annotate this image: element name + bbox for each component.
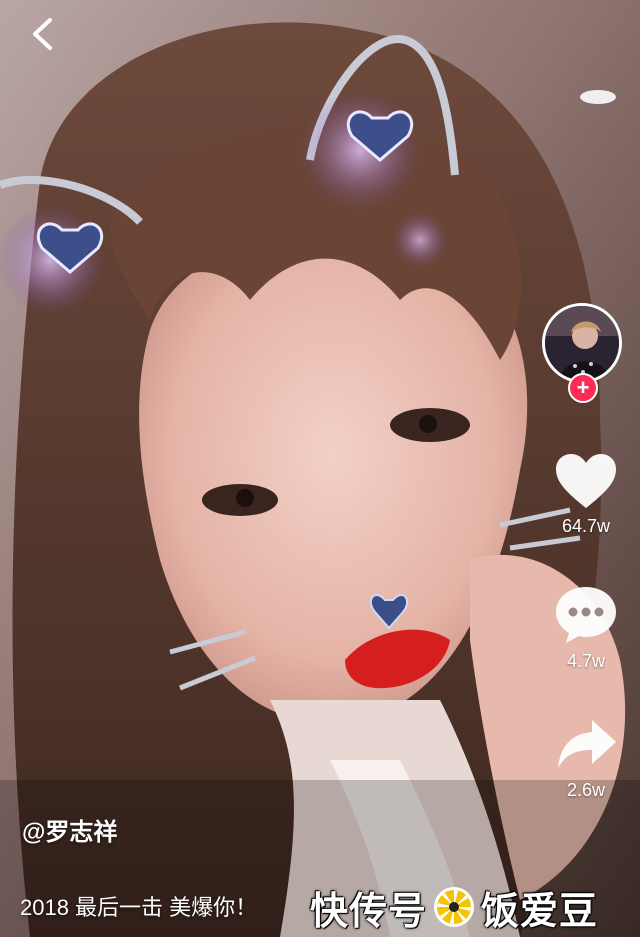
like-action[interactable]: 64.7w bbox=[548, 452, 624, 537]
share-count: 2.6w bbox=[566, 780, 606, 800]
avatar-image bbox=[545, 306, 619, 380]
creator-avatar-group: + bbox=[542, 303, 628, 403]
watermark-left-text: 快传号 bbox=[310, 890, 428, 933]
comment-action[interactable]: 4.7w bbox=[548, 585, 624, 672]
like-count: 64.7w bbox=[561, 516, 611, 536]
share-arrow-icon[interactable] bbox=[554, 716, 618, 774]
heart-icon[interactable] bbox=[554, 452, 618, 510]
comment-bubble-icon[interactable] bbox=[554, 585, 618, 645]
post-caption: 2018 最后一击 美爆你！ bbox=[20, 895, 258, 920]
back-button[interactable] bbox=[22, 14, 62, 54]
comment-count: 4.7w bbox=[566, 651, 606, 671]
video-frame[interactable] bbox=[0, 0, 640, 937]
creator-avatar[interactable] bbox=[542, 303, 622, 383]
share-action[interactable]: 2.6w bbox=[548, 716, 624, 801]
watermark-right-text: 饭爱豆 bbox=[481, 890, 599, 933]
watermark: 快传号 饭爱豆 bbox=[310, 880, 635, 934]
author-name[interactable]: @罗志祥 bbox=[22, 812, 117, 847]
chevron-left-icon bbox=[33, 18, 52, 50]
sunburst-logo-icon bbox=[434, 887, 475, 927]
follow-button[interactable]: + bbox=[568, 373, 598, 403]
plus-icon: + bbox=[576, 375, 590, 400]
